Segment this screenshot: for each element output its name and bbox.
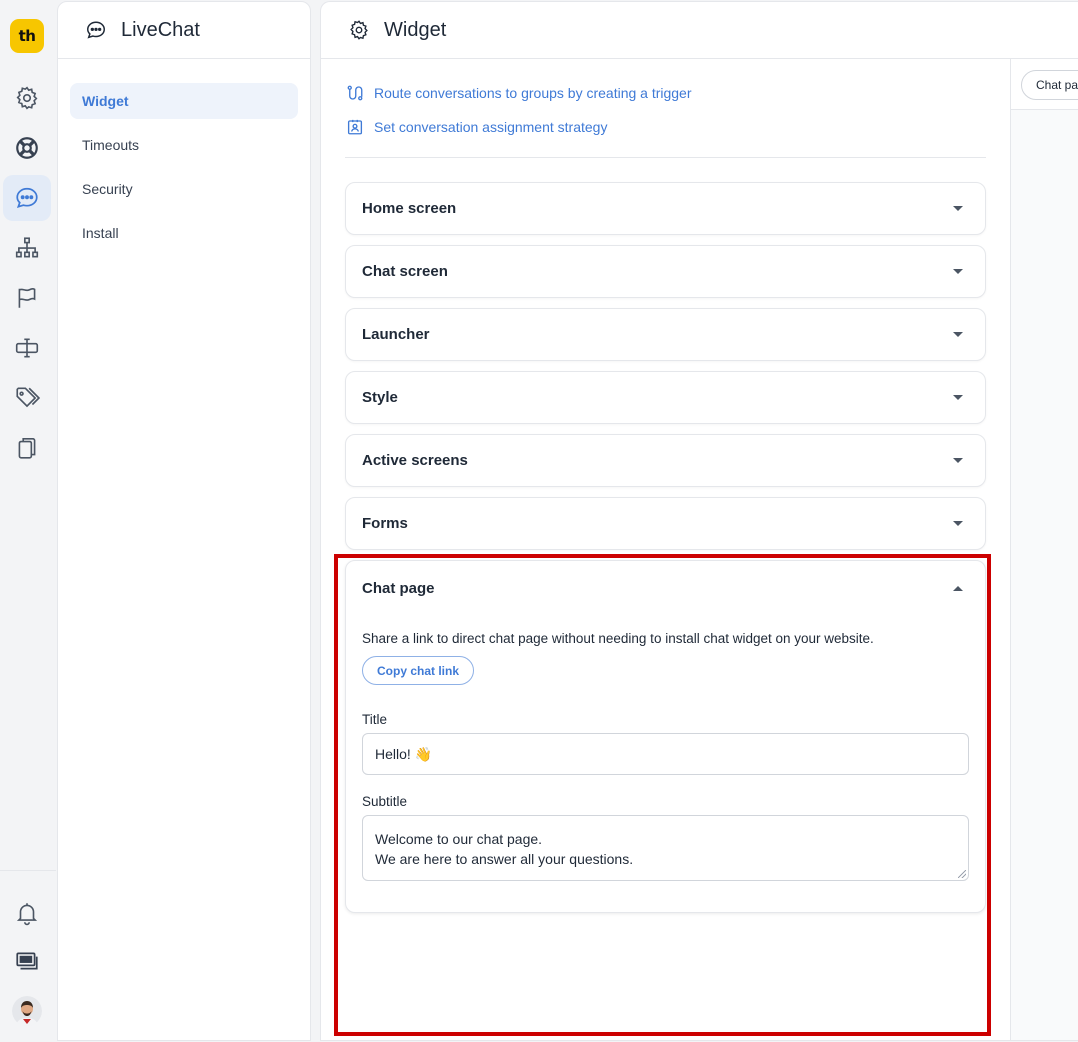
route-trigger-link[interactable]: Route conversations to groups by creatin…	[346, 84, 692, 102]
sidebar-item-install[interactable]: Install	[70, 215, 298, 251]
copy-chat-link-button[interactable]: Copy chat link	[362, 656, 475, 685]
main-panel: Widget Route conversations to groups by …	[320, 1, 1078, 1041]
subtitle-label: Subtitle	[362, 794, 408, 809]
route-icon	[347, 85, 363, 101]
subtitle-line: We are here to answer all your questions…	[375, 851, 634, 867]
page-header: Widget	[321, 2, 1078, 59]
accordion-style[interactable]: Style	[345, 371, 986, 424]
assignment-strategy-link-label: Set conversation assignment strategy	[374, 119, 608, 135]
accordion-label: Style	[362, 389, 398, 406]
flag-nav-button[interactable]	[3, 275, 51, 321]
title-label: Title	[362, 712, 388, 727]
chevron-down-icon	[953, 332, 963, 337]
rail-divider	[0, 870, 56, 871]
accordion-label: Chat page	[362, 579, 435, 597]
sidebar-title: LiveChat	[121, 18, 200, 41]
accordion-label: Launcher	[362, 326, 430, 343]
widget-preview-pane: Chat page	[1011, 59, 1078, 1040]
sidebar-item-security[interactable]: Security	[70, 171, 298, 207]
assignment-icon	[347, 119, 363, 135]
chevron-down-icon	[953, 521, 963, 526]
assignment-strategy-link[interactable]: Set conversation assignment strategy	[346, 118, 607, 136]
flag-icon	[18, 287, 36, 308]
accordion-label: Forms	[362, 515, 408, 532]
preview-toolbar: Chat page	[1011, 59, 1078, 110]
accordion-forms[interactable]: Forms	[345, 497, 986, 550]
accordion-chat-page-header[interactable]: Chat page	[346, 561, 985, 615]
structure-nav-button[interactable]	[3, 225, 51, 271]
divider	[345, 157, 986, 158]
livechat-sidebar: LiveChat Widget Timeouts Security Instal…	[57, 1, 311, 1041]
accordion-home-screen[interactable]: Home screen	[345, 182, 986, 235]
subtitle-line: Welcome to our chat page.	[375, 831, 543, 847]
accordion-chat-screen[interactable]: Chat screen	[345, 245, 986, 298]
avatar-image	[12, 996, 42, 1026]
sidebar-item-timeouts[interactable]: Timeouts	[70, 127, 298, 163]
billing-icon	[16, 952, 38, 970]
text-cursor-icon	[15, 338, 39, 358]
chat-page-description: Share a link to direct chat page without…	[362, 631, 874, 646]
notifications-button[interactable]	[3, 890, 51, 936]
bell-icon	[16, 903, 38, 926]
chevron-down-icon	[953, 269, 963, 274]
chat-icon	[87, 21, 105, 39]
resize-handle[interactable]	[958, 870, 966, 878]
fields-nav-button[interactable]	[3, 325, 51, 371]
pages-nav-button[interactable]	[3, 425, 51, 471]
chevron-down-icon	[953, 395, 963, 400]
gear-icon	[16, 86, 38, 110]
tags-icon	[16, 387, 40, 408]
org-chart-icon	[15, 237, 39, 258]
copy-icon	[18, 437, 36, 459]
support-nav-button[interactable]	[3, 125, 51, 171]
accordion-launcher[interactable]: Launcher	[345, 308, 986, 361]
sidebar-nav: Widget Timeouts Security Install	[58, 59, 310, 251]
route-trigger-link-label: Route conversations to groups by creatin…	[374, 85, 692, 101]
accordion-active-screens[interactable]: Active screens	[345, 434, 986, 487]
logo-text: th	[18, 27, 36, 45]
settings-nav-button[interactable]	[3, 75, 51, 121]
accordion-chat-page: Chat page Share a link to direct chat pa…	[345, 560, 986, 913]
icon-rail: th	[0, 0, 56, 1042]
lifebuoy-icon	[16, 137, 38, 159]
page-title: Widget	[384, 18, 447, 41]
subtitle-textarea[interactable]: Welcome to our chat page. We are here to…	[362, 815, 969, 881]
chevron-down-icon	[953, 458, 963, 463]
sidebar-header: LiveChat	[58, 2, 310, 59]
avatar[interactable]	[12, 996, 42, 1026]
chevron-up-icon	[953, 585, 963, 591]
accordion-label: Home screen	[362, 200, 457, 217]
accordion-label: Chat screen	[362, 263, 448, 280]
chat-icon	[16, 187, 38, 208]
chevron-down-icon	[953, 206, 963, 211]
tags-nav-button[interactable]	[3, 375, 51, 421]
gear-icon	[350, 20, 368, 40]
settings-content: Route conversations to groups by creatin…	[321, 59, 1011, 1040]
livechat-nav-button[interactable]	[3, 175, 51, 221]
sidebar-item-widget[interactable]: Widget	[70, 83, 298, 119]
billing-button[interactable]	[3, 938, 51, 984]
title-input[interactable]: Hello! 👋	[362, 733, 969, 775]
accordion-label: Active screens	[362, 452, 468, 469]
app-logo[interactable]: th	[10, 19, 44, 53]
preview-tab-chat-page[interactable]: Chat page	[1021, 70, 1078, 100]
